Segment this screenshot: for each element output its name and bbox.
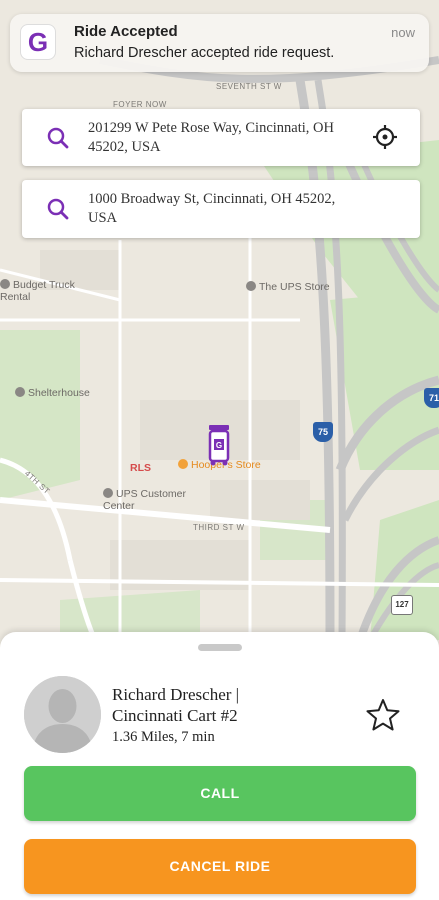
poi-marker-icon — [15, 387, 25, 397]
driver-name: Richard Drescher | Cincinnati Cart #2 — [112, 685, 240, 725]
poi-shelterhouse[interactable]: Shelterhouse — [15, 387, 90, 399]
trip-distance: 1.36 Miles, — [112, 729, 178, 745]
street-label-third: THIRD ST W — [193, 523, 245, 532]
notification-message: Richard Drescher accepted ride request. — [74, 45, 335, 61]
ride-accepted-notification[interactable]: G Ride Accepted Richard Drescher accepte… — [10, 14, 429, 72]
pickup-address-text: 201299 W Pete Rose Way, Cincinnati, OH 4… — [88, 120, 334, 155]
dropoff-address-field[interactable]: 1000 Broadway St, Cincinnati, OH 45202, … — [22, 180, 420, 238]
poi-ups-customer-center[interactable]: UPS Customer Center — [103, 488, 213, 512]
street-label-seventh: SEVENTH ST W — [216, 82, 282, 91]
poi-marker-icon — [0, 279, 10, 289]
driver-trip-info: 1.36 Miles, 7 min — [112, 729, 215, 746]
svg-text:G: G — [216, 441, 222, 450]
street-label-foyer: FOYER NOW — [113, 100, 167, 109]
map-view[interactable]: 75 71 127 SEVENTH ST W FOYER NOW 4TH ST … — [0, 0, 439, 640]
app-logo-icon: G — [20, 24, 56, 60]
favorite-star-icon[interactable] — [366, 698, 400, 732]
ride-details-sheet: Richard Drescher | Cincinnati Cart #2 1.… — [0, 632, 439, 900]
poi-budget-truck-rental[interactable]: Budget Truck Rental — [0, 279, 100, 303]
poi-label: Shelterhouse — [28, 387, 90, 399]
poi-marker-icon — [103, 488, 113, 498]
us-127-shield: 127 — [391, 595, 413, 615]
interstate-75-shield: 75 — [313, 422, 333, 442]
poi-marker-icon — [246, 281, 256, 291]
default-person-icon — [24, 676, 101, 753]
notification-title: Ride Accepted — [74, 23, 178, 40]
notification-time: now — [391, 25, 415, 40]
call-button[interactable]: CALL — [24, 766, 416, 821]
search-icon — [47, 198, 69, 220]
dropoff-address-text: 1000 Broadway St, Cincinnati, OH 45202, … — [88, 191, 336, 226]
pickup-address-field[interactable]: 201299 W Pete Rose Way, Cincinnati, OH 4… — [22, 109, 420, 166]
store-marker-icon — [178, 459, 188, 469]
cancel-ride-button[interactable]: CANCEL RIDE — [24, 839, 416, 894]
poi-rls[interactable]: RLS — [130, 462, 151, 474]
poi-ups-store[interactable]: The UPS Store — [246, 281, 330, 293]
poi-label: UPS Customer Center — [103, 488, 187, 512]
map-background — [0, 0, 439, 640]
driver-avatar — [24, 676, 101, 753]
current-location-icon[interactable] — [372, 124, 398, 150]
poi-label: The UPS Store — [259, 281, 330, 293]
interstate-71-shield: 71 — [424, 388, 439, 408]
trip-eta: 7 min — [181, 729, 215, 745]
poi-label: Budget Truck Rental — [0, 279, 75, 303]
sheet-drag-handle[interactable] — [198, 644, 242, 651]
search-icon — [47, 127, 69, 149]
